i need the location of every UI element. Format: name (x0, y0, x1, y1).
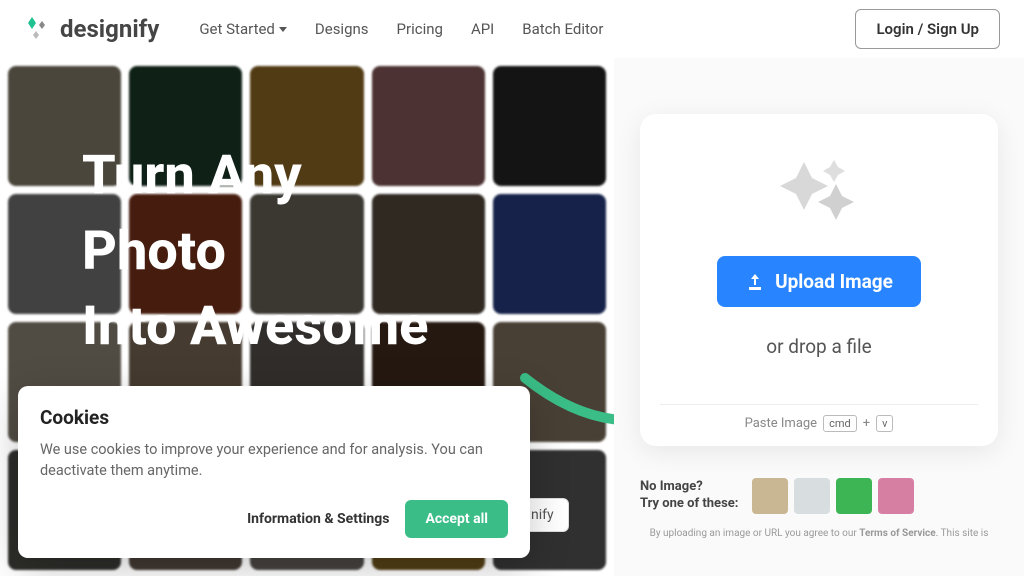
example-thumb[interactable] (794, 478, 830, 514)
logo-icon (24, 15, 52, 43)
paste-hint: Paste Image cmd + v (660, 404, 978, 432)
cookie-title: Cookies (40, 406, 508, 429)
kbd-plus: + (863, 416, 870, 431)
kbd-cmd: cmd (823, 415, 857, 432)
logo[interactable]: designify (24, 15, 159, 43)
sparkles-icon (774, 156, 864, 228)
brand-name: designify (60, 15, 159, 43)
login-button[interactable]: Login / Sign Up (855, 9, 1000, 49)
headline-line2: Photo (82, 214, 428, 290)
cookie-banner: Cookies We use cookies to improve your e… (18, 386, 530, 559)
paste-label: Paste Image (745, 416, 817, 431)
kbd-v: v (876, 415, 893, 432)
cookie-accept-button[interactable]: Accept all (405, 500, 508, 538)
chevron-down-icon (279, 27, 287, 32)
headline: Turn Any Photo Into Awesome (82, 138, 428, 365)
nav-pricing[interactable]: Pricing (397, 20, 443, 38)
header: designify Get Started Designs Pricing AP… (0, 0, 1024, 58)
nav-batch[interactable]: Batch Editor (522, 20, 603, 38)
arrow-icon (520, 368, 614, 448)
nav-get-started[interactable]: Get Started (199, 20, 287, 38)
example-thumbs (752, 478, 914, 514)
example-thumb[interactable] (878, 478, 914, 514)
cookie-info-button[interactable]: Information & Settings (241, 501, 395, 537)
hero-right: Upload Image or drop a file Paste Image … (614, 58, 1024, 576)
terms-link[interactable]: Terms of Service (859, 528, 935, 539)
nav: Get Started Designs Pricing API Batch Ed… (199, 20, 603, 38)
nav-api[interactable]: API (471, 20, 494, 38)
example-thumb[interactable] (752, 478, 788, 514)
headline-line1: Turn Any (82, 138, 428, 214)
try-examples: No Image? Try one of these: (640, 478, 998, 514)
upload-card[interactable]: Upload Image or drop a file Paste Image … (640, 114, 998, 446)
example-thumb[interactable] (836, 478, 872, 514)
cookie-body: We use cookies to improve your experienc… (40, 439, 508, 483)
upload-icon (745, 272, 765, 292)
terms-text: By uploading an image or URL you agree t… (650, 528, 989, 539)
upload-button-label: Upload Image (775, 270, 893, 293)
drop-text: or drop a file (766, 335, 871, 358)
cookie-buttons: Information & Settings Accept all (40, 500, 508, 538)
try-text: No Image? Try one of these: (640, 479, 738, 513)
nav-designs[interactable]: Designs (315, 20, 369, 38)
upload-button[interactable]: Upload Image (717, 256, 921, 307)
headline-line3: Into Awesome (82, 289, 428, 365)
